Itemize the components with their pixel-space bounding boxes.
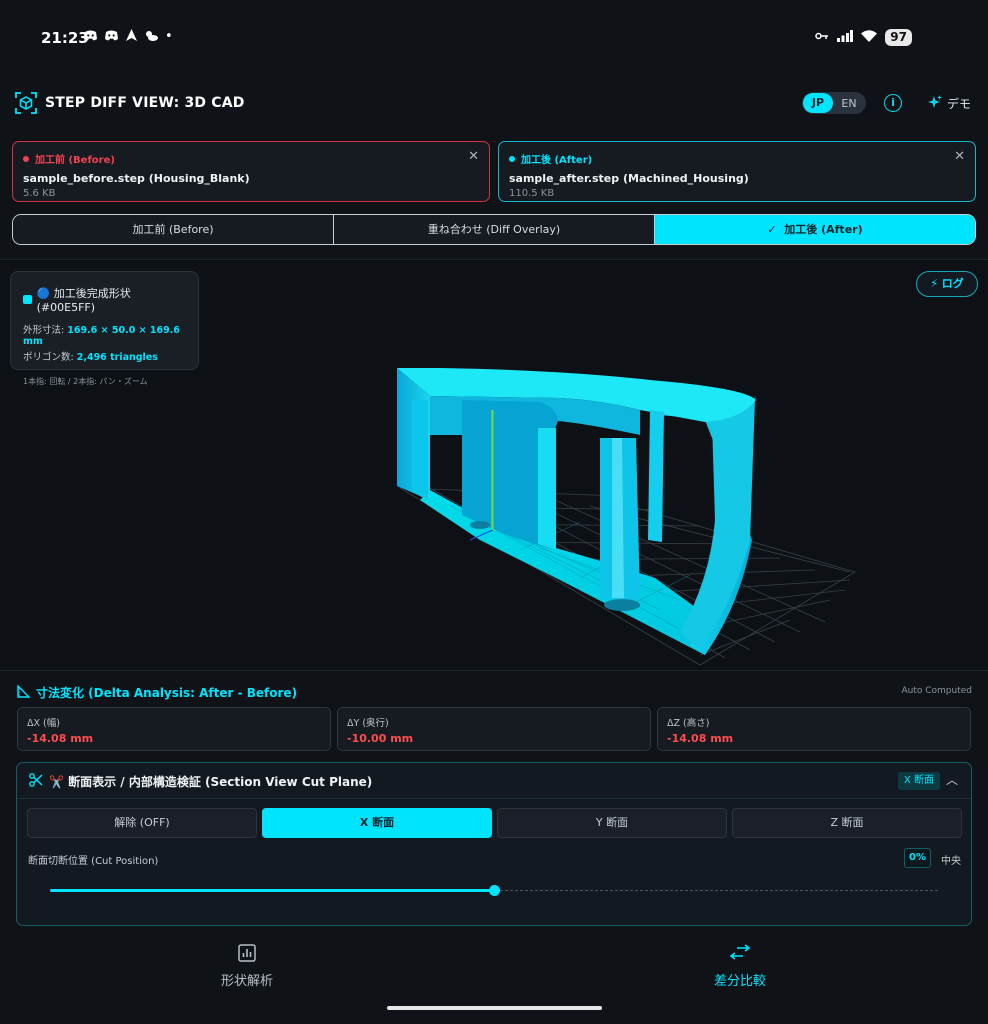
file-before-label: 加工前 (Before) bbox=[35, 155, 115, 166]
nav-shape-label: 形状解析 bbox=[220, 974, 273, 989]
info-title: 🔵 加工後完成形状 (#00E5FF) bbox=[36, 287, 131, 314]
3d-viewport[interactable]: 🔵 加工後完成形状 (#00E5FF) 外形寸法: 169.6 × 50.0 ×… bbox=[0, 259, 988, 671]
delta-card-x: ΔX (幅) -14.08 mm bbox=[17, 707, 331, 751]
discord-icon bbox=[104, 29, 119, 46]
ruler-icon bbox=[17, 683, 31, 701]
file-after-name: sample_after.step (Machined_Housing) bbox=[509, 172, 749, 185]
model-pillar-left bbox=[412, 400, 428, 500]
gesture-hint: 1本指: 回転 / 2本指: パン・ズーム bbox=[23, 377, 148, 386]
after-dot-icon bbox=[509, 155, 515, 162]
section-view-panel: ✂️ 断面表示 / 内部構造検証 (Section View Cut Plane… bbox=[16, 762, 972, 926]
status-time: 21:23 bbox=[41, 29, 89, 47]
bottom-nav: 形状解析 差分比較 bbox=[0, 936, 988, 996]
auto-computed-label: Auto Computed bbox=[901, 686, 972, 696]
cube-icon bbox=[15, 92, 37, 114]
delta-card-z: ΔZ (高さ) -14.08 mm bbox=[657, 707, 971, 751]
scissors-icon bbox=[29, 773, 43, 790]
section-title-row: ✂️ 断面表示 / 内部構造検証 (Section View Cut Plane… bbox=[29, 773, 372, 790]
cut-x-button[interactable]: X 断面 bbox=[262, 808, 492, 838]
cut-slider-fill bbox=[50, 889, 494, 892]
delta-z-value: -14.08 mm bbox=[667, 732, 734, 745]
dims-label: 外形寸法: bbox=[23, 325, 65, 336]
delta-card-y: ΔY (奥行) -10.00 mm bbox=[337, 707, 651, 751]
close-icon[interactable]: ✕ bbox=[954, 149, 965, 164]
tab-before-label: 加工前 (Before) bbox=[132, 223, 214, 236]
dot-icon: • bbox=[165, 29, 173, 44]
system-icons: 97 bbox=[815, 29, 912, 46]
notification-icons: • bbox=[83, 29, 173, 46]
cut-y-button[interactable]: Y 断面 bbox=[497, 808, 727, 838]
file-after-label-row: 加工後 (After) bbox=[509, 151, 965, 166]
navigation-icon bbox=[125, 29, 138, 46]
cut-off-button[interactable]: 解除 (OFF) bbox=[27, 808, 257, 838]
close-icon[interactable]: ✕ bbox=[468, 149, 479, 164]
nav-diff-label: 差分比較 bbox=[713, 974, 766, 989]
file-before-label-row: 加工前 (Before) bbox=[23, 151, 479, 166]
log-button[interactable]: ⚡ ログ bbox=[916, 271, 978, 297]
cut-slider-thumb[interactable] bbox=[488, 885, 500, 896]
tab-after[interactable]: ✓ 加工後 (After) bbox=[654, 215, 975, 244]
delta-x-value: -14.08 mm bbox=[27, 732, 94, 745]
status-bar: 21:23 • 97 bbox=[0, 0, 988, 78]
model-pillar-far bbox=[648, 410, 664, 542]
delta-title: 寸法変化 (Delta Analysis: After - Before) bbox=[36, 686, 298, 700]
bar-chart-icon bbox=[147, 944, 347, 964]
poly-label: ポリゴン数: bbox=[23, 352, 74, 363]
before-dot-icon bbox=[23, 155, 29, 162]
lang-en-option[interactable]: EN bbox=[833, 97, 865, 110]
delta-x-label: ΔX (幅) bbox=[27, 718, 60, 729]
home-indicator[interactable] bbox=[387, 1006, 602, 1010]
tab-before[interactable]: 加工前 (Before) bbox=[13, 215, 333, 244]
file-card-before[interactable]: 加工前 (Before) sample_before.step (Housing… bbox=[12, 141, 490, 202]
battery-indicator: 97 bbox=[885, 29, 912, 46]
sparkle-icon bbox=[928, 95, 942, 112]
language-toggle[interactable]: JP EN bbox=[802, 92, 866, 114]
wifi-icon bbox=[861, 29, 878, 46]
delta-header: 寸法変化 (Delta Analysis: After - Before) bbox=[17, 683, 298, 701]
file-after-label: 加工後 (After) bbox=[521, 155, 593, 166]
tab-diff-overlay[interactable]: 重ね合わせ (Diff Overlay) bbox=[333, 215, 654, 244]
key-icon bbox=[815, 30, 829, 45]
model-info-panel: 🔵 加工後完成形状 (#00E5FF) 外形寸法: 169.6 × 50.0 ×… bbox=[10, 271, 199, 386]
file-card-after[interactable]: 加工後 (After) sample_after.step (Machined_… bbox=[498, 141, 976, 202]
info-title-row: 🔵 加工後完成形状 (#00E5FF) bbox=[23, 285, 186, 314]
delta-y-label: ΔY (奥行) bbox=[347, 718, 389, 729]
app-header: STEP DIFF VIEW: 3D CAD JP EN i デモ bbox=[0, 78, 988, 130]
nav-shape-analysis[interactable]: 形状解析 bbox=[147, 944, 347, 989]
section-title: ✂️ 断面表示 / 内部構造検証 (Section View Cut Plane… bbox=[49, 775, 373, 789]
info-poly-row: ポリゴン数: 2,496 triangles bbox=[23, 349, 186, 363]
cut-position-label: 断面切断位置 (Cut Position) bbox=[28, 856, 159, 867]
info-icon[interactable]: i bbox=[884, 94, 902, 112]
color-swatch-icon bbox=[23, 295, 32, 304]
lang-jp-option[interactable]: JP bbox=[803, 93, 833, 113]
delta-z-label: ΔZ (高さ) bbox=[667, 718, 710, 729]
demo-label: デモ bbox=[947, 97, 972, 111]
demo-button[interactable]: デモ bbox=[928, 95, 971, 112]
info-dims-row: 外形寸法: 169.6 × 50.0 × 169.6 mm bbox=[23, 322, 186, 347]
section-header[interactable]: ✂️ 断面表示 / 内部構造検証 (Section View Cut Plane… bbox=[17, 763, 971, 799]
view-mode-tabs: 加工前 (Before) 重ね合わせ (Diff Overlay) ✓ 加工後 … bbox=[12, 214, 976, 245]
section-badge: X 断面 bbox=[898, 772, 941, 790]
file-before-name: sample_before.step (Housing_Blank) bbox=[23, 172, 250, 185]
check-icon: ✓ bbox=[767, 223, 785, 236]
nav-diff-compare[interactable]: 差分比較 bbox=[640, 944, 840, 989]
file-after-size: 110.5 KB bbox=[509, 188, 555, 199]
cut-z-button[interactable]: Z 断面 bbox=[732, 808, 962, 838]
cut-percent-badge: 0% bbox=[904, 848, 931, 868]
delta-y-value: -10.00 mm bbox=[347, 732, 414, 745]
compare-arrows-icon bbox=[640, 944, 840, 964]
weather-icon bbox=[144, 29, 159, 46]
tab-diff-label: 重ね合わせ (Diff Overlay) bbox=[427, 223, 561, 236]
poly-value: 2,496 triangles bbox=[76, 352, 158, 363]
discord-icon bbox=[83, 29, 98, 46]
file-before-size: 5.6 KB bbox=[23, 188, 56, 199]
cut-center-label: 中央 bbox=[941, 856, 961, 867]
signal-icon bbox=[837, 29, 854, 46]
app-title: STEP DIFF VIEW: 3D CAD bbox=[45, 95, 245, 111]
chevron-up-icon[interactable]: ︿ bbox=[946, 771, 958, 788]
model-pillar-center bbox=[538, 428, 556, 550]
tab-after-label: 加工後 (After) bbox=[784, 223, 863, 236]
